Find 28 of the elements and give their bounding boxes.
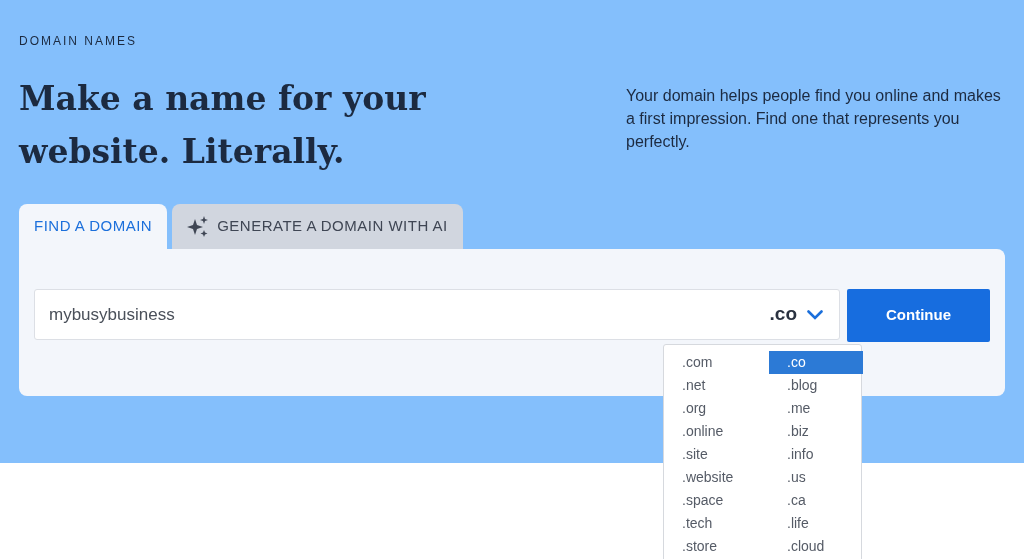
tab[interactable]: FIND A DOMAIN: [19, 204, 168, 249]
extension-option[interactable]: .org: [664, 397, 769, 420]
extension-option[interactable]: .online: [664, 420, 769, 443]
extension-option[interactable]: .site: [664, 443, 769, 466]
tab[interactable]: GENERATE A DOMAIN WITH AI: [172, 204, 463, 249]
extension-option[interactable]: .tech: [664, 512, 769, 535]
extension-option[interactable]: .blog: [769, 374, 863, 397]
extension-option[interactable]: .co: [769, 351, 863, 374]
extension-option[interactable]: .us: [769, 466, 863, 489]
section-eyebrow: DOMAIN NAMES: [19, 33, 138, 50]
intro-text: Your domain helps people find you online and makes a first impression. Find one that represents you perfectly.: [626, 86, 1002, 152]
domain-search-field[interactable]: mybusybusiness .co: [34, 289, 840, 340]
extension-option[interactable]: .cloud: [769, 535, 863, 558]
extension-option[interactable]: .info: [769, 443, 863, 466]
extension-option[interactable]: .biz: [769, 420, 863, 443]
extension-option[interactable]: .space: [664, 489, 769, 512]
sparkle-icon: [187, 215, 210, 238]
page-heading: Make a name for your website. Literally.: [19, 78, 427, 173]
extension-option[interactable]: .me: [769, 397, 863, 420]
continue-button[interactable]: Continue: [847, 289, 990, 342]
chevron-down-icon: [807, 309, 823, 320]
extension-option[interactable]: .com: [664, 351, 769, 374]
extension-option[interactable]: .ca: [769, 489, 863, 512]
extension-option[interactable]: .net: [664, 374, 769, 397]
extension-option[interactable]: .life: [769, 512, 863, 535]
extension-option[interactable]: .store: [664, 535, 769, 558]
extension-select[interactable]: .co: [769, 300, 823, 329]
extension-option[interactable]: .website: [664, 466, 769, 489]
